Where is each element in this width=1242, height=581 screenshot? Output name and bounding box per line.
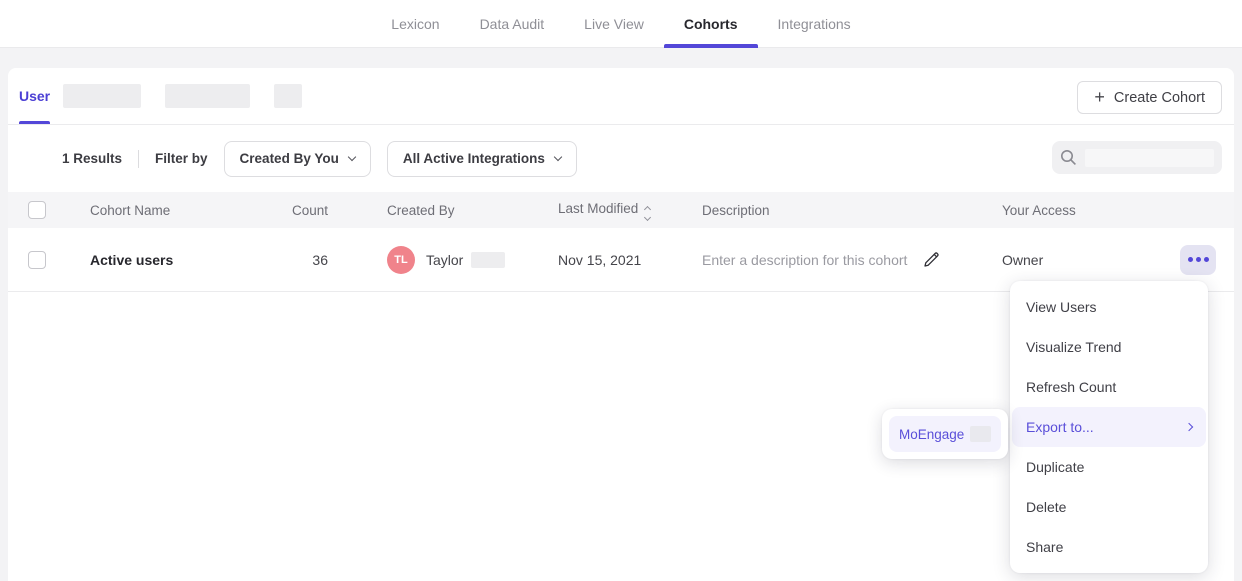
tab-data-audit[interactable]: Data Audit xyxy=(460,0,565,47)
menu-item-share[interactable]: Share xyxy=(1010,527,1208,567)
table-header: Cohort Name Count Created By Last Modifi… xyxy=(8,192,1234,228)
pencil-icon[interactable] xyxy=(922,250,941,269)
tab-lexicon[interactable]: Lexicon xyxy=(371,0,459,47)
filter-bar: 1 Results Filter by Created By You All A… xyxy=(8,125,1234,192)
avatar: TL xyxy=(387,246,415,274)
menu-item-refresh-count[interactable]: Refresh Count xyxy=(1010,367,1208,407)
created-by-filter-dropdown[interactable]: Created By You xyxy=(224,141,371,177)
row-context-menu: View Users Visualize Trend Refresh Count… xyxy=(1010,281,1208,573)
menu-item-label: Share xyxy=(1026,539,1063,555)
submenu-item-label: MoEngage xyxy=(899,427,964,442)
menu-item-duplicate[interactable]: Duplicate xyxy=(1010,447,1208,487)
sort-icon[interactable] xyxy=(645,207,650,220)
caret-up-icon xyxy=(644,205,651,212)
three-dots-icon xyxy=(1188,257,1193,262)
export-submenu: MoEngage xyxy=(882,409,1008,459)
redacted-tabs xyxy=(63,84,302,108)
more-actions-button[interactable] xyxy=(1180,245,1216,275)
tab-integrations[interactable]: Integrations xyxy=(758,0,871,47)
menu-item-visualize-trend[interactable]: Visualize Trend xyxy=(1010,327,1208,367)
col-created-by: Created By xyxy=(387,203,558,218)
caret-down-icon xyxy=(644,213,651,220)
cohort-name-link[interactable]: Active users xyxy=(90,252,173,268)
col-your-access: Your Access xyxy=(1002,203,1122,218)
submenu-item-moengage[interactable]: MoEngage xyxy=(889,416,1001,452)
created-by-name: Taylor xyxy=(426,252,463,268)
description-cell: Enter a description for this cohort xyxy=(702,250,1002,269)
top-nav: Lexicon Data Audit Live View Cohorts Int… xyxy=(0,0,1242,48)
tab-label: Lexicon xyxy=(391,16,439,32)
integrations-filter-dropdown[interactable]: All Active Integrations xyxy=(387,141,577,177)
divider xyxy=(138,150,139,168)
access-cell: Owner xyxy=(1002,252,1122,268)
create-cohort-button[interactable]: + Create Cohort xyxy=(1077,81,1222,114)
redacted-block xyxy=(165,84,250,108)
menu-item-label: Delete xyxy=(1026,499,1066,515)
dropdown-label: Created By You xyxy=(240,151,339,166)
col-description: Description xyxy=(702,203,1002,218)
panel-tab-strip: User + Create Cohort xyxy=(8,68,1234,125)
col-last-modified-label: Last Modified xyxy=(558,201,638,216)
three-dots-icon xyxy=(1204,257,1209,262)
plus-icon: + xyxy=(1094,88,1105,106)
tab-live-view[interactable]: Live View xyxy=(564,0,664,47)
menu-item-label: View Users xyxy=(1026,299,1097,315)
menu-item-label: Refresh Count xyxy=(1026,379,1116,395)
select-all-checkbox[interactable] xyxy=(28,201,46,219)
last-modified-cell: Nov 15, 2021 xyxy=(558,252,702,268)
chevron-right-icon xyxy=(1185,423,1193,431)
tab-label: Cohorts xyxy=(684,16,738,32)
redacted-block xyxy=(274,84,302,108)
menu-item-delete[interactable]: Delete xyxy=(1010,487,1208,527)
search-icon xyxy=(1060,149,1077,166)
menu-item-view-users[interactable]: View Users xyxy=(1010,287,1208,327)
chevron-down-icon xyxy=(554,153,562,161)
menu-item-label: Export to... xyxy=(1026,419,1094,435)
tab-user[interactable]: User xyxy=(19,68,50,124)
tab-user-label: User xyxy=(19,88,50,104)
redacted-block xyxy=(471,252,505,268)
filter-by-label: Filter by xyxy=(155,151,208,166)
tab-label: Live View xyxy=(584,16,644,32)
chevron-down-icon xyxy=(348,153,356,161)
three-dots-icon xyxy=(1196,257,1201,262)
results-count: 1 Results xyxy=(62,151,122,166)
search-input[interactable] xyxy=(1052,141,1222,174)
row-checkbox[interactable] xyxy=(28,251,46,269)
cohort-count: 36 xyxy=(288,252,328,268)
menu-item-label: Duplicate xyxy=(1026,459,1084,475)
redacted-block xyxy=(63,84,141,108)
create-cohort-label: Create Cohort xyxy=(1114,90,1205,106)
description-placeholder[interactable]: Enter a description for this cohort xyxy=(702,252,907,268)
redacted-block xyxy=(1085,149,1214,167)
col-cohort-name: Cohort Name xyxy=(90,203,288,218)
menu-item-export-to[interactable]: Export to... xyxy=(1012,407,1206,447)
col-count: Count xyxy=(288,203,328,218)
created-by-cell: TL Taylor xyxy=(387,246,558,274)
dropdown-label: All Active Integrations xyxy=(403,151,545,166)
redacted-block xyxy=(970,426,991,442)
tab-label: Data Audit xyxy=(480,16,545,32)
tab-label: Integrations xyxy=(778,16,851,32)
col-last-modified: Last Modified xyxy=(558,201,702,220)
tab-cohorts[interactable]: Cohorts xyxy=(664,0,758,47)
menu-item-label: Visualize Trend xyxy=(1026,339,1121,355)
